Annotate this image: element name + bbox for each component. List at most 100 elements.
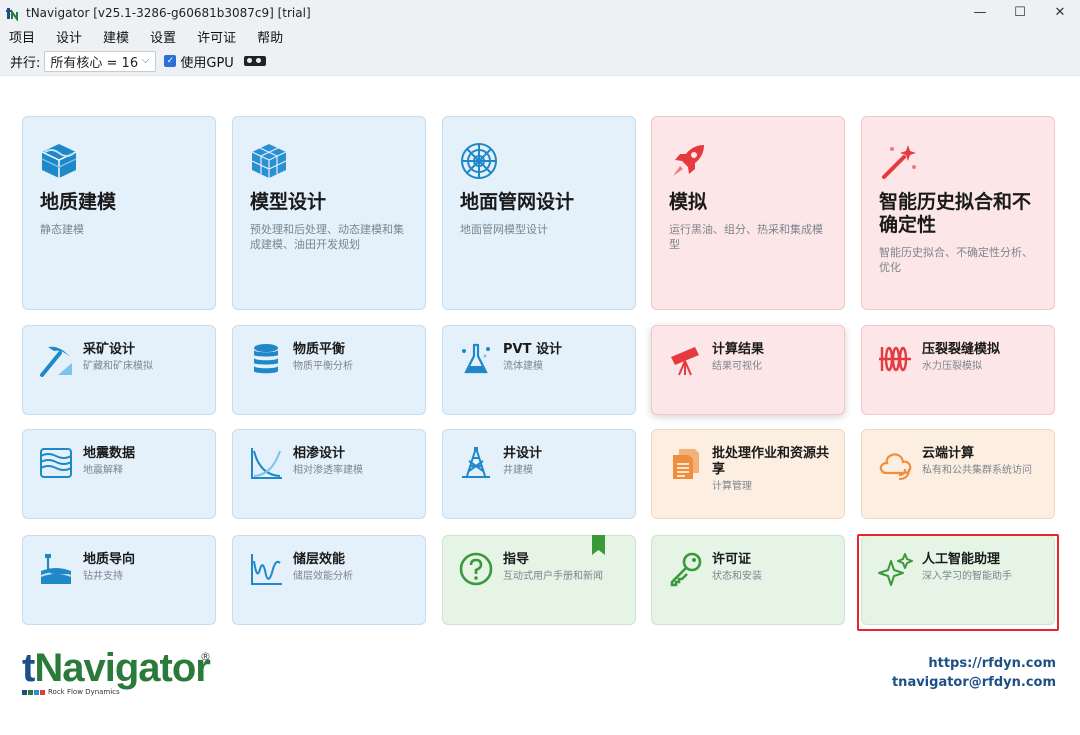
use-gpu-checkbox[interactable]: ✓ <box>164 55 177 67</box>
tile-title: 地质导向 <box>83 552 136 567</box>
tile-title: 井设计 <box>503 446 543 461</box>
grid-cube-icon <box>249 141 289 181</box>
menu-modeling[interactable]: 建模 <box>98 27 129 46</box>
tile-relperm-design[interactable]: 相渗设计 相对渗透率建模 <box>232 429 426 519</box>
database-icon <box>248 341 284 377</box>
tile-fracture-simulation[interactable]: 压裂裂缝模拟 水力压裂模拟 <box>861 325 1055 415</box>
tile-desc: 水力压裂模拟 <box>922 361 982 372</box>
close-button[interactable]: ✕ <box>1040 0 1080 25</box>
tile-title: 相渗设计 <box>293 446 346 461</box>
tile-desc: 结果可视化 <box>712 361 762 372</box>
website-link[interactable]: https://rfdyn.com <box>892 654 1056 673</box>
tile-model-design[interactable]: 模型设计 预处理和后处理、动态建模和集成建模、油田开发规划 <box>232 116 426 310</box>
reservoir-curve-icon <box>248 551 284 587</box>
tile-title: 压裂裂缝模拟 <box>922 342 1001 357</box>
logo-t: t <box>22 646 35 690</box>
app-logo-icon <box>6 6 20 22</box>
documents-icon <box>667 445 703 481</box>
tile-title: 指导 <box>503 552 530 567</box>
menu-settings[interactable]: 设置 <box>145 27 176 46</box>
tile-title: 模型设计 <box>250 191 327 213</box>
tile-simulation[interactable]: 模拟 运行黑油、组分、热采和集成模型 <box>651 116 845 310</box>
tile-title: 储层效能 <box>293 552 346 567</box>
tile-title: 计算结果 <box>712 342 765 357</box>
minimize-button[interactable]: — <box>960 0 1000 25</box>
tile-surface-network[interactable]: 地面管网设计 地面管网模型设计 <box>442 116 636 310</box>
drilling-rig-icon <box>458 445 494 481</box>
tile-title: 物质平衡 <box>293 342 346 357</box>
tile-title: 模拟 <box>669 191 708 213</box>
toolbar: 并行: 所有核心 = 16 ⌵ ✓ 使用GPU <box>0 47 1080 76</box>
cube-layers-icon <box>39 141 79 181</box>
tile-desc: 地震解释 <box>83 465 123 476</box>
gpu-card-icon <box>243 56 266 66</box>
tile-title: 采矿设计 <box>83 342 136 357</box>
fracture-icon <box>877 341 913 377</box>
tile-title: 地面管网设计 <box>460 191 575 213</box>
tile-batch-jobs[interactable]: 批处理作业和资源共享 计算管理 <box>651 429 845 519</box>
tile-license[interactable]: 许可证 状态和安装 <box>651 535 845 625</box>
tile-desc: 相对渗透率建模 <box>293 465 363 476</box>
tile-cloud-computing[interactable]: 云端计算 私有和公共集群系统访问 <box>861 429 1055 519</box>
rocket-icon <box>668 141 708 181</box>
tile-desc: 运行黑油、组分、热采和集成模型 <box>669 223 823 251</box>
cores-select-value: 所有核心 = 16 <box>50 55 139 71</box>
tile-pvt-design[interactable]: PVT 设计 流体建模 <box>442 325 636 415</box>
tile-mining-design[interactable]: 采矿设计 矿藏和矿床模拟 <box>22 325 216 415</box>
contact-info: https://rfdyn.com tnavigator@rfdyn.com <box>892 654 1056 692</box>
menu-license[interactable]: 许可证 <box>192 27 236 46</box>
cloud-icon <box>877 445 913 481</box>
tile-desc: 物质平衡分析 <box>293 361 353 372</box>
tile-desc: 智能历史拟合、不确定性分析、优化 <box>879 246 1033 274</box>
menu-design[interactable]: 设计 <box>51 27 82 46</box>
tile-guide[interactable]: 指导 互动式用户手册和新闻 <box>442 535 636 625</box>
key-icon <box>667 551 703 587</box>
curve-chart-icon <box>248 445 284 481</box>
tile-desc: 井建模 <box>503 465 533 476</box>
geosteering-icon <box>38 551 74 587</box>
pickaxe-icon <box>38 341 74 377</box>
menu-project[interactable]: 项目 <box>4 27 35 46</box>
network-web-icon <box>459 141 499 181</box>
maximize-button[interactable]: ☐ <box>1000 0 1040 25</box>
tile-desc: 储层效能分析 <box>293 571 353 582</box>
magic-wand-icon <box>878 141 918 181</box>
tile-material-balance[interactable]: 物质平衡 物质平衡分析 <box>232 325 426 415</box>
tile-geosteering[interactable]: 地质导向 钻井支持 <box>22 535 216 625</box>
tile-title: 智能历史拟合和不确定性 <box>879 191 1032 236</box>
logo-navigator: Navigator <box>34 646 210 690</box>
tile-geology-modeling[interactable]: 地质建模 静态建模 <box>22 116 216 310</box>
tile-desc: 私有和公共集群系统访问 <box>922 465 1032 476</box>
tile-calc-results[interactable]: 计算结果 结果可视化 <box>651 325 845 415</box>
menu-bar: 项目 设计 建模 设置 许可证 帮助 <box>0 25 1080 47</box>
tile-desc: 钻井支持 <box>83 571 123 582</box>
email-link[interactable]: tnavigator@rfdyn.com <box>892 673 1056 692</box>
seismic-waves-icon <box>38 445 74 481</box>
selection-highlight <box>857 534 1059 631</box>
tile-desc: 矿藏和矿床模拟 <box>83 361 153 372</box>
tile-desc: 状态和安装 <box>712 571 762 582</box>
parallel-label: 并行: <box>10 55 41 71</box>
registered-mark: ® <box>200 650 211 663</box>
tile-title: 地震数据 <box>83 446 136 461</box>
tile-desc: 预处理和后处理、动态建模和集成建模、油田开发规划 <box>250 223 404 251</box>
tile-desc: 计算管理 <box>712 481 752 492</box>
use-gpu-label: 使用GPU <box>180 55 234 71</box>
tile-history-matching[interactable]: 智能历史拟合和不确定性 智能历史拟合、不确定性分析、优化 <box>861 116 1055 310</box>
window-title: tNavigator [v25.1-3286-g60681b3087c9] [t… <box>26 5 311 20</box>
tile-title: PVT 设计 <box>503 342 562 357</box>
tile-title: 地质建模 <box>40 191 117 213</box>
logo-tagline: Rock Flow Dynamics <box>48 688 120 696</box>
cores-select[interactable]: 所有核心 = 16 ⌵ <box>44 50 157 72</box>
telescope-icon <box>667 341 703 377</box>
tile-seismic-data[interactable]: 地震数据 地震解释 <box>22 429 216 519</box>
chevron-down-icon: ⌵ <box>141 54 150 66</box>
tile-reservoir-performance[interactable]: 储层效能 储层效能分析 <box>232 535 426 625</box>
tile-desc: 流体建模 <box>503 361 543 372</box>
tile-title: 批处理作业和资源共享 <box>712 446 830 477</box>
question-circle-icon <box>458 551 494 587</box>
flask-icon <box>458 341 494 377</box>
menu-help[interactable]: 帮助 <box>252 27 283 46</box>
tile-well-design[interactable]: 井设计 井建模 <box>442 429 636 519</box>
tile-title: 许可证 <box>712 552 752 567</box>
